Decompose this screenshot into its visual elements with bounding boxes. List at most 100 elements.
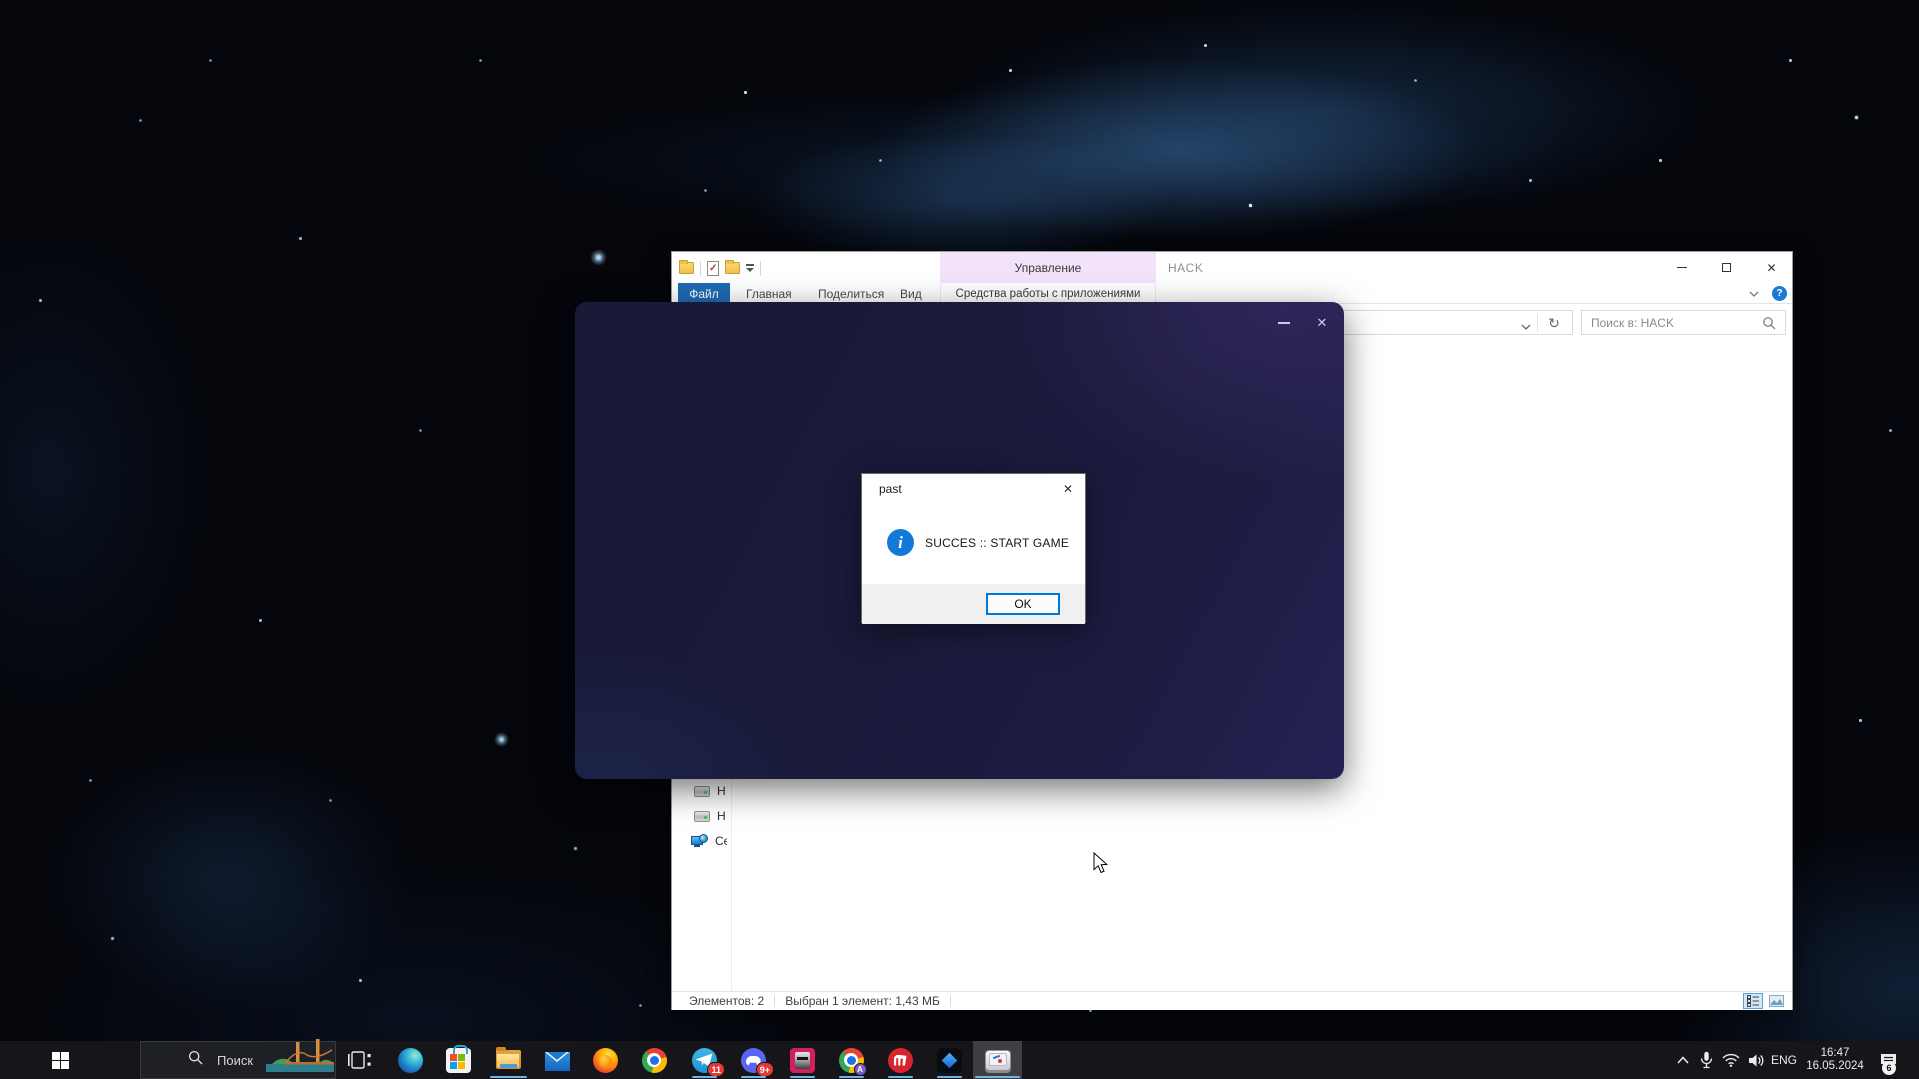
running-indicator — [692, 1076, 717, 1078]
riot-games-icon — [888, 1048, 913, 1073]
app-minimize-button[interactable] — [1269, 310, 1299, 336]
tab-view[interactable]: Вид — [900, 283, 922, 304]
chevron-down-icon — [746, 268, 754, 272]
separator — [1537, 314, 1538, 332]
dialog-message: SUCCES :: START GAME — [925, 536, 1069, 550]
dark-app-icon — [937, 1048, 962, 1073]
properties-icon[interactable] — [707, 261, 719, 276]
speaker-icon — [1748, 1053, 1765, 1068]
mail-icon — [545, 1052, 570, 1071]
dialog-close-button[interactable]: ✕ — [1051, 474, 1085, 503]
firefox-icon — [593, 1048, 618, 1073]
new-folder-icon[interactable] — [725, 262, 740, 274]
microphone-icon — [1700, 1051, 1713, 1069]
refresh-button[interactable]: ↻ — [1544, 314, 1564, 333]
bright-star — [590, 249, 607, 266]
search-icon — [188, 1050, 203, 1070]
tray-language[interactable]: ENG — [1768, 1041, 1800, 1079]
app-close-button[interactable]: ✕ — [1307, 310, 1337, 336]
chevron-up-icon — [1676, 1055, 1690, 1065]
customize-toolbar-button[interactable] — [746, 264, 754, 272]
action-center-button[interactable]: 6 — [1872, 1041, 1906, 1079]
taskbar-icon-discord[interactable]: 9+ — [733, 1041, 773, 1079]
minimize-button[interactable] — [1659, 252, 1704, 283]
separator — [774, 995, 775, 1007]
tab-share[interactable]: Поделиться — [818, 283, 884, 304]
explorer-titlebar[interactable]: Управление HACK ✕ — [672, 252, 1792, 283]
tray-chevron-up[interactable] — [1672, 1041, 1694, 1079]
chevron-down-icon — [1520, 322, 1532, 332]
taskbar-search-box[interactable]: Поиск — [140, 1041, 336, 1079]
nav-item-drive-2[interactable]: Н — [694, 807, 730, 825]
taskbar-icon-riot[interactable] — [880, 1041, 920, 1079]
minimize-icon — [1278, 322, 1290, 324]
task-view-button[interactable] — [340, 1041, 380, 1079]
tray-clock[interactable]: 16:47 16.05.2024 — [1800, 1041, 1870, 1079]
search-icon[interactable] — [1762, 316, 1776, 335]
taskbar-icon-edge[interactable] — [390, 1041, 430, 1079]
status-bar: Элементов: 2 Выбран 1 элемент: 1,43 МБ — [672, 991, 1792, 1010]
mouse-cursor — [1093, 852, 1111, 881]
taskbar-icon-mail[interactable] — [537, 1041, 577, 1079]
tray-volume[interactable] — [1744, 1041, 1768, 1079]
separator — [700, 261, 701, 276]
address-dropdown-button[interactable] — [1520, 319, 1532, 337]
taskbar-icon-dark-app[interactable] — [929, 1041, 969, 1079]
maximize-icon — [1722, 263, 1731, 272]
contextual-tab-manage[interactable]: Управление — [940, 252, 1156, 283]
running-indicator — [975, 1076, 1020, 1078]
keycap-app-icon — [985, 1048, 1011, 1072]
tab-home[interactable]: Главная — [746, 283, 792, 304]
expand-ribbon-button[interactable] — [1748, 287, 1760, 305]
thumbnail-view-icon — [1769, 995, 1784, 1007]
taskbar-icon-firefox[interactable] — [585, 1041, 625, 1079]
tray-microphone[interactable] — [1695, 1041, 1717, 1079]
taskbar-icon-media-app[interactable] — [782, 1041, 822, 1079]
taskbar: Поиск 11 — [0, 1041, 1919, 1079]
drive-icon — [694, 786, 710, 797]
maximize-button[interactable] — [1704, 252, 1749, 283]
taskbar-icon-explorer[interactable] — [488, 1041, 528, 1079]
file-explorer-icon — [496, 1048, 521, 1073]
tray-date: 16.05.2024 — [1806, 1060, 1864, 1073]
running-indicator — [741, 1076, 766, 1078]
chevron-down-icon — [1748, 288, 1760, 300]
running-indicator — [839, 1076, 864, 1078]
start-button[interactable] — [36, 1041, 84, 1079]
tab-file[interactable]: Файл — [678, 283, 730, 304]
ok-button[interactable]: OK — [986, 593, 1060, 615]
tab-app-tools[interactable]: Средства работы с приложениями — [940, 283, 1156, 304]
quick-access-toolbar — [679, 258, 761, 278]
minimize-icon — [1677, 267, 1687, 268]
taskbar-icon-chrome[interactable] — [634, 1041, 674, 1079]
tray-wifi[interactable] — [1719, 1041, 1743, 1079]
status-items-count: Элементов: 2 — [689, 994, 764, 1008]
details-view-button[interactable] — [1743, 993, 1763, 1009]
taskbar-icon-telegram[interactable]: 11 — [684, 1041, 724, 1079]
chrome-icon: A — [839, 1048, 864, 1073]
close-button[interactable]: ✕ — [1749, 252, 1794, 283]
telegram-badge: 11 — [707, 1062, 725, 1077]
taskbar-icon-chrome-profile[interactable]: A — [831, 1041, 871, 1079]
separator — [950, 995, 951, 1007]
details-view-icon — [1747, 995, 1760, 1007]
running-indicator — [490, 1076, 527, 1078]
stars — [0, 0, 1, 1]
task-view-icon — [348, 1049, 372, 1071]
nav-item-drive-1[interactable]: Н — [694, 782, 730, 800]
message-dialog: past ✕ i SUCCES :: START GAME OK — [861, 473, 1086, 623]
discord-badge: 9+ — [756, 1062, 774, 1077]
taskbar-icon-store[interactable] — [438, 1041, 478, 1079]
search-placeholder: Поиск в: HACK — [1591, 316, 1674, 330]
thumbnail-view-button[interactable] — [1766, 993, 1786, 1009]
taskbar-icon-active-app[interactable] — [973, 1041, 1022, 1079]
folder-icon[interactable] — [679, 262, 694, 274]
search-highlight-image[interactable] — [266, 1038, 334, 1077]
explorer-search-box[interactable]: Поиск в: HACK — [1581, 310, 1786, 335]
close-icon: ✕ — [1063, 482, 1073, 496]
help-button[interactable]: ? — [1772, 286, 1787, 301]
close-icon: ✕ — [1317, 315, 1328, 331]
nav-item-network[interactable]: Се — [691, 832, 727, 850]
windows-logo-icon — [52, 1052, 69, 1069]
profile-badge-a: A — [854, 1063, 867, 1076]
